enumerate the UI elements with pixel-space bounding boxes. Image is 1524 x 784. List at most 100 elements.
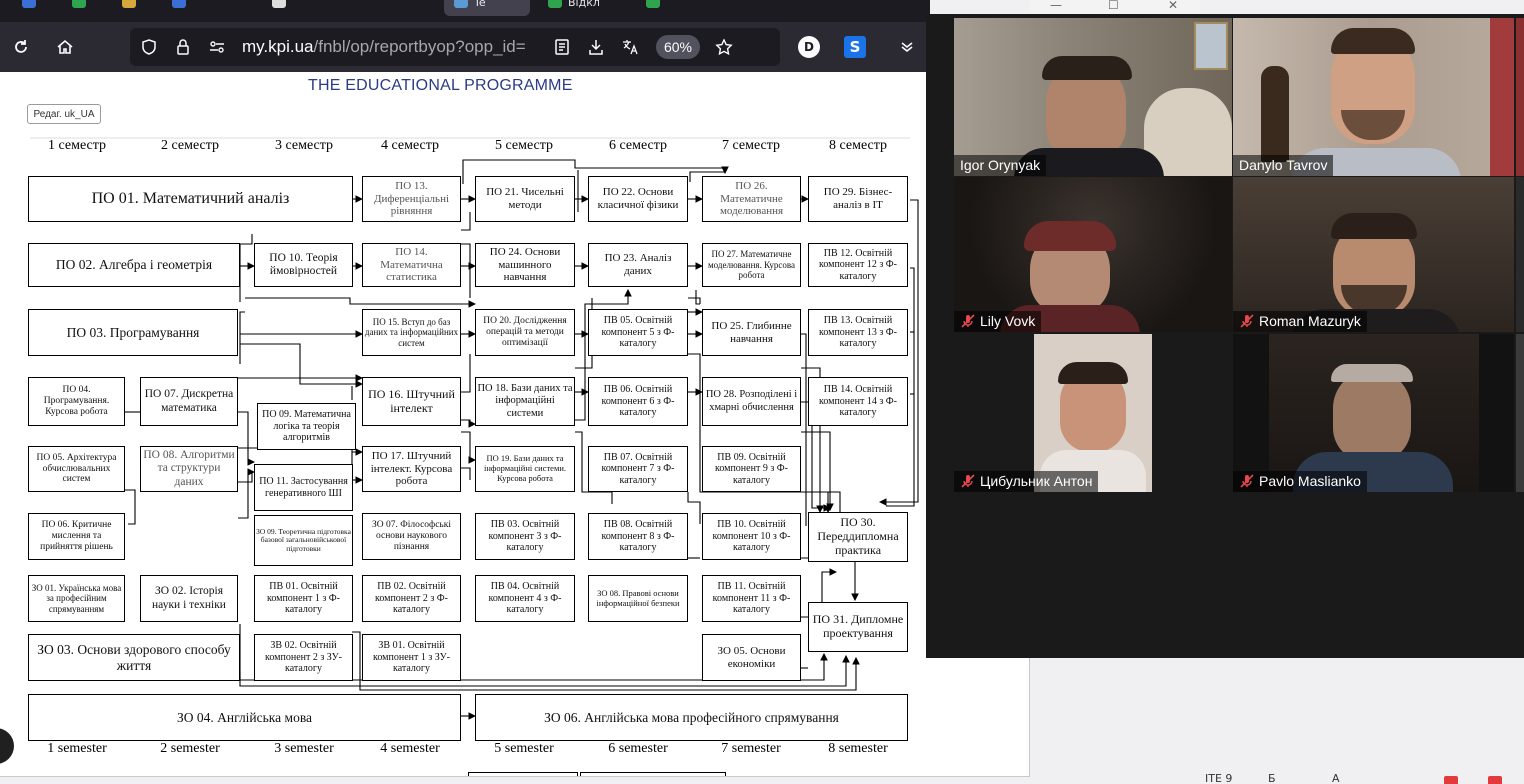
video-tile-partial[interactable]	[1516, 177, 1524, 332]
notification-badge-icon[interactable]	[1488, 776, 1502, 784]
tab-favicon-icon[interactable]	[272, 0, 286, 8]
extensions-menu-icon	[901, 42, 913, 53]
site-security-button[interactable]	[173, 37, 193, 57]
video-tile-lily-vovk[interactable]: Lily Vovk	[954, 177, 1232, 332]
save-page-button[interactable]	[586, 37, 606, 57]
extension-d-icon[interactable]: D	[798, 36, 820, 58]
course-pv08: ПВ 08. Освітній компонент 8 з Ф-каталогу	[588, 513, 688, 560]
extension-s-icon[interactable]: S	[844, 36, 866, 58]
course-po05: ПО 05. Архітектура обчислювальних систем	[28, 446, 125, 492]
semester-header-2: 2 семестр	[160, 138, 220, 153]
course-po14: ПО 14. Математична статистика	[362, 243, 461, 287]
video-tile-danylo-tavrov[interactable]: Danylo Tavrov	[1233, 18, 1514, 176]
tracking-protection-button[interactable]	[139, 37, 159, 57]
course-po03: ПО 03. Програмування	[28, 309, 238, 356]
participant-name-tag: Lily Vovk	[954, 311, 1042, 332]
semester-header-1: 1 семестр	[47, 138, 107, 153]
participant-hair	[1331, 364, 1413, 382]
tab-favicon-icon[interactable]	[122, 0, 136, 8]
reload-button[interactable]	[6, 32, 36, 62]
participant-name-tag: Igor Orynyak	[954, 155, 1047, 176]
reload-icon	[15, 40, 27, 53]
participant-hair	[1042, 56, 1132, 80]
course-po18: ПО 18. Бази даних та інформаційні систем…	[475, 377, 575, 426]
tab-favicon-icon[interactable]	[172, 0, 186, 8]
permissions-button[interactable]	[207, 37, 227, 57]
course-pv09: ПВ 09. Освітній компонент 9 з Ф-каталогу	[702, 446, 801, 492]
meeting-window-titlebar: — ☐ ✕	[1030, 0, 1200, 14]
course-po17: ПО 17. Штучний інтелект. Курсова робота	[362, 446, 461, 492]
video-tile-partial[interactable]	[1516, 334, 1524, 492]
course-zv02: ЗВ 02. Освітній компонент 2 з ЗУ-каталог…	[254, 634, 353, 681]
course-po20: ПО 20. Дослідження операцій та методи оп…	[475, 309, 575, 356]
microphone-muted-icon	[961, 314, 975, 328]
translate-button[interactable]	[620, 37, 640, 57]
course-po29: ПО 29. Бізнес-аналіз в ІТ	[808, 176, 908, 222]
permissions-icon	[210, 41, 224, 53]
status-text: А	[1332, 772, 1340, 784]
address-bar[interactable]: my.kpi.ua/fnbl/op/reportbyop?opp_id= 60%	[130, 28, 780, 66]
participant-name: Цибульник Антон	[980, 473, 1093, 489]
tab-favicon-icon[interactable]	[72, 0, 86, 8]
course-po09: ПО 09. Математична логіка та теорія алго…	[257, 403, 356, 450]
video-tile-igor-orynyak[interactable]: Igor Orynyak	[954, 18, 1232, 176]
url-domain: my.kpi.ua	[242, 37, 314, 56]
participant-name-tag: Roman Mazuryk	[1233, 311, 1367, 332]
document-viewport[interactable]: THE EDUCATIONAL PROGRAMME Редаг. uk_UA 1…	[0, 72, 1030, 777]
tab-favicon-icon[interactable]	[22, 0, 36, 8]
course-zo08: ЗО 08. Правові основи інформаційної безп…	[588, 575, 688, 622]
course-zo04: ЗО 04. Англійська мова	[28, 694, 461, 741]
course-pv02: ПВ 02. Освітній компонент 2 з Ф-каталогу	[362, 575, 461, 622]
course-po15: ПО 15. Вступ до баз даних та інформаційн…	[362, 309, 461, 356]
browser-tab-strip: Te Відкл	[0, 0, 930, 22]
video-tile-roman-mazuryk[interactable]: Roman Mazuryk	[1233, 177, 1514, 332]
semester-footer-3: 3 semester	[274, 741, 334, 756]
tab-favicon-icon	[548, 0, 562, 8]
participant-hair	[1058, 362, 1128, 384]
video-tile-pavlo-maslianko[interactable]: Pavlo Maslianko	[1233, 334, 1514, 492]
video-tile-partial[interactable]	[1516, 18, 1524, 176]
course-zo05: ЗО 05. Основи економіки	[702, 634, 801, 681]
semester-footer-5: 5 semester	[494, 741, 554, 756]
tab[interactable]: Відкл	[548, 0, 638, 16]
course-po25: ПО 25. Глибинне навчання	[702, 309, 801, 356]
tab-active[interactable]: Te	[444, 0, 530, 16]
course-pv07: ПВ 07. Освітній компонент 7 з Ф-каталогу	[588, 446, 688, 492]
video-tile-tsybulnyk-anton[interactable]: Цибульник Антон	[954, 334, 1232, 492]
course-po30: ПО 30. Переддипломна практика	[808, 512, 908, 562]
course-po11: ПО 11. Застосування генеративного ШІ	[254, 464, 353, 511]
status-text: ІТЕ 9	[1205, 772, 1233, 784]
url-text[interactable]: my.kpi.ua/fnbl/op/reportbyop?opp_id=	[242, 37, 542, 57]
course-po31: ПО 31. Дипломне проектування	[808, 602, 908, 652]
course-pv11: ПВ 11. Освітній компонент 11 з Ф-каталог…	[702, 575, 801, 622]
participant-name-tag: Цибульник Антон	[954, 471, 1099, 492]
microphone-muted-icon	[961, 474, 975, 488]
save-page-icon	[589, 40, 603, 55]
notification-badge-icon[interactable]	[1444, 776, 1458, 784]
semester-footer-2: 2 semester	[160, 741, 220, 756]
tab-label: Te	[474, 0, 486, 9]
participant-name: Roman Mazuryk	[1259, 313, 1361, 329]
participant-name-tag: Danylo Tavrov	[1233, 155, 1334, 176]
tab[interactable]	[646, 0, 676, 16]
tab-label: Відкл	[568, 0, 600, 9]
home-button[interactable]	[50, 32, 80, 62]
extensions-menu-button[interactable]	[892, 32, 922, 62]
maximize-icon[interactable]: ☐	[1108, 0, 1119, 12]
course-po01: ПО 01. Математичний аналіз	[28, 176, 353, 222]
close-icon[interactable]: ✕	[1168, 0, 1178, 12]
course-po06: ПО 06. Критичне мислення та прийняття рі…	[28, 513, 125, 560]
bookmark-button[interactable]	[714, 37, 734, 57]
reader-view-button[interactable]	[552, 37, 572, 57]
minimize-icon[interactable]: —	[1050, 0, 1062, 12]
zoom-level-button[interactable]: 60%	[656, 35, 700, 59]
background-curtain	[1490, 18, 1514, 176]
course-po02: ПО 02. Алгебра і геометрія	[28, 243, 240, 287]
participant-name-tag: Pavlo Maslianko	[1233, 471, 1367, 492]
participant-name: Pavlo Maslianko	[1259, 473, 1361, 489]
participant-face	[1333, 370, 1411, 462]
course-zv01: ЗВ 01. Освітній компонент 1 з ЗУ-каталог…	[362, 634, 461, 681]
semester-header-6: 6 семестр	[608, 138, 668, 153]
course-zo01: ЗО 01. Українська мова за професійним сп…	[28, 575, 125, 622]
course-po27: ПО 27. Математичне моделювання. Курсова …	[702, 243, 801, 287]
